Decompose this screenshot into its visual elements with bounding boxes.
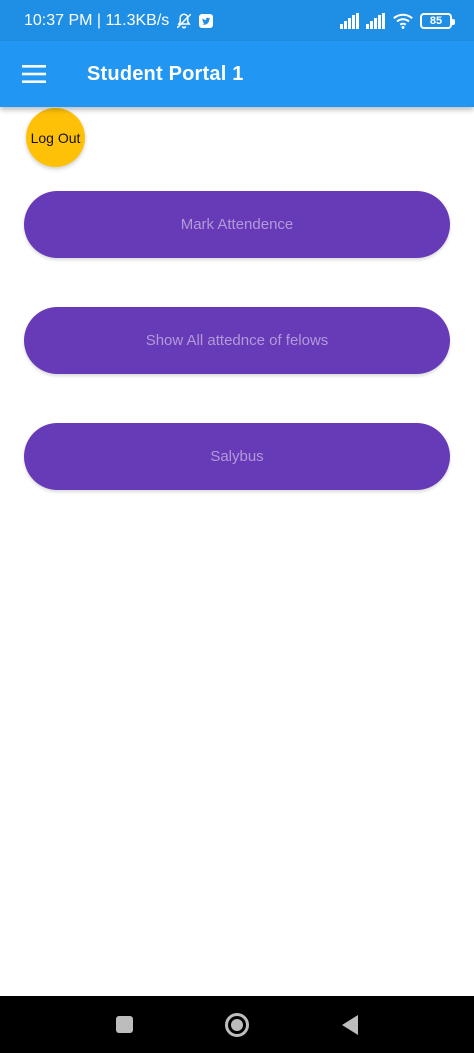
recent-apps-icon — [115, 1016, 133, 1033]
syllabus-button[interactable]: Salybus — [24, 423, 450, 490]
logout-button[interactable]: Log Out — [26, 108, 85, 167]
home-button[interactable] — [217, 1005, 257, 1045]
mark-attendance-button[interactable]: Mark Attendence — [24, 191, 450, 258]
status-right: 85 — [340, 12, 455, 30]
home-icon — [224, 1012, 249, 1037]
bell-off-icon — [177, 12, 192, 28]
signal-icon — [340, 12, 359, 29]
signal-icon — [366, 12, 385, 29]
status-left: 10:37 PM | 11.3KB/s — [24, 11, 214, 30]
status-time-speed: 10:37 PM | 11.3KB/s — [24, 11, 170, 29]
battery-icon: 85 — [420, 12, 455, 29]
page-title: Student Portal 1 — [87, 62, 244, 85]
hamburger-menu-button[interactable] — [0, 41, 68, 107]
navigation-bar — [0, 996, 474, 1053]
app-bar: Student Portal 1 — [0, 41, 474, 107]
back-button[interactable] — [330, 1005, 370, 1045]
show-attendance-button[interactable]: Show All attednce of felows — [24, 307, 450, 374]
wifi-icon — [393, 13, 413, 29]
hamburger-menu-icon — [22, 65, 46, 83]
recent-apps-button[interactable] — [104, 1005, 144, 1045]
screen: 10:37 PM | 11.3KB/s 85 Student Portal 1 … — [0, 0, 474, 1053]
back-icon — [341, 1014, 358, 1035]
battery-level: 85 — [429, 14, 443, 27]
twitter-icon — [199, 13, 214, 28]
status-bar: 10:37 PM | 11.3KB/s 85 — [0, 0, 474, 41]
